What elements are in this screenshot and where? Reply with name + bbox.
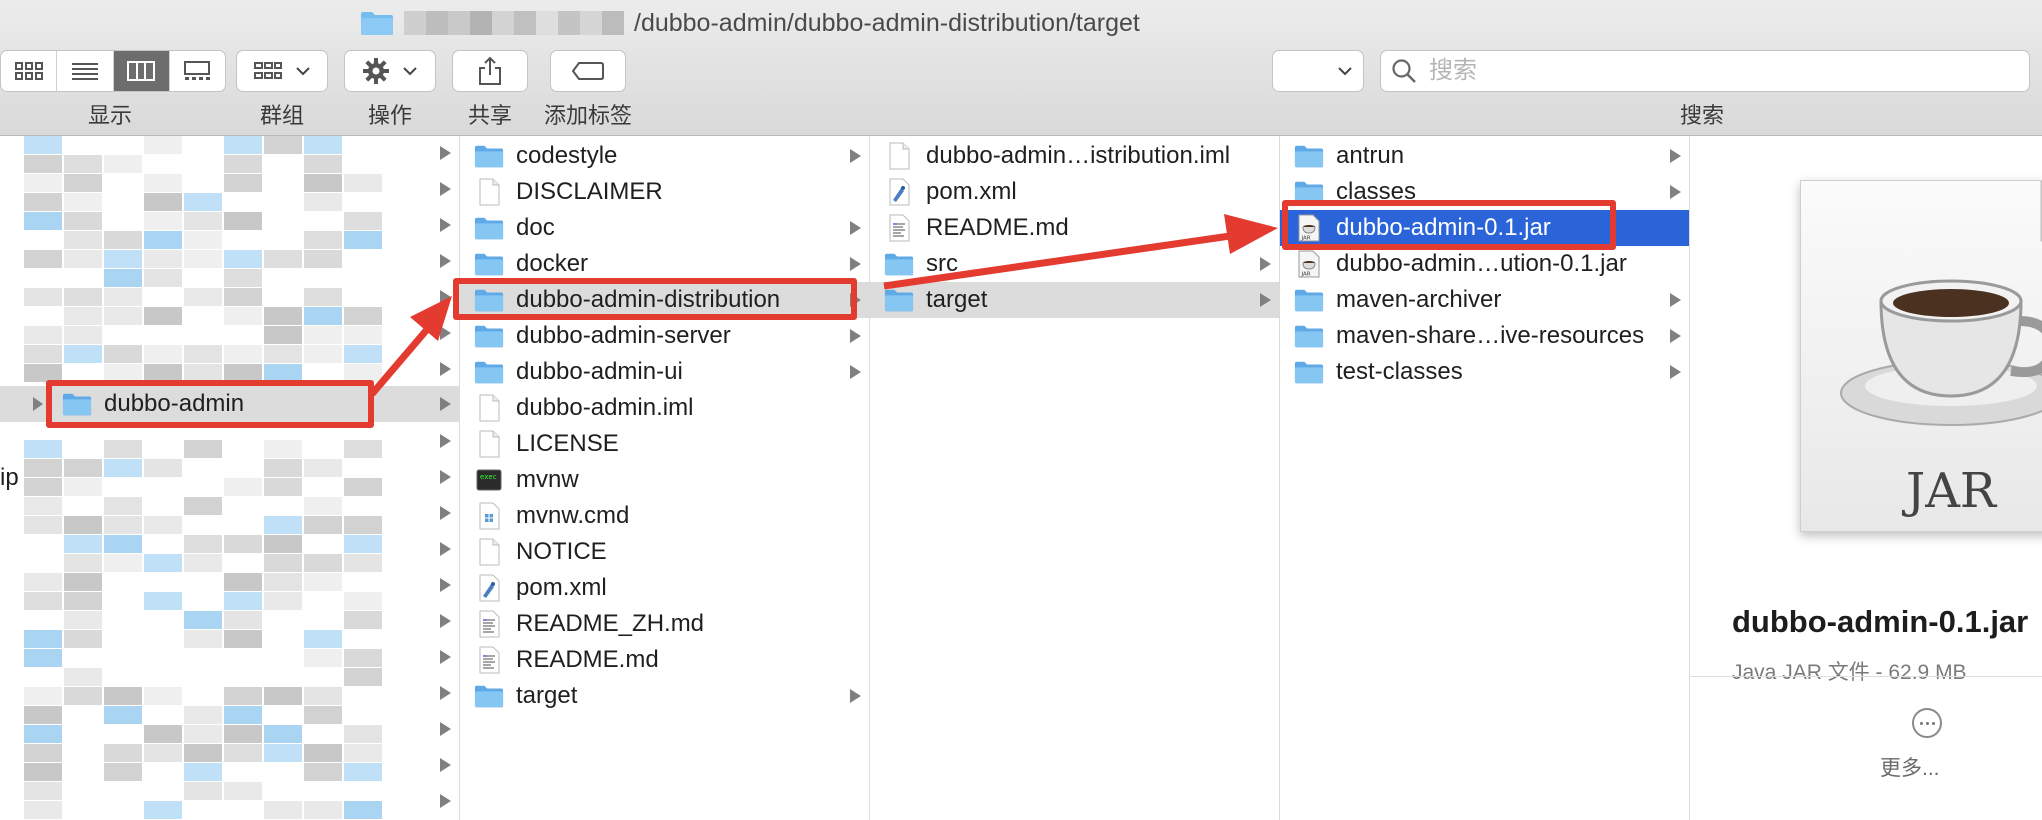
share-icon [479,56,501,85]
share-button[interactable] [452,50,528,92]
view-label: 显示 [87,103,133,128]
icon-view-button[interactable] [1,51,58,91]
arrow-line [369,323,433,397]
window-path-title: /dubbo-admin/dubbo-admin-distribution/ta… [360,6,1140,40]
columns-icon [127,61,156,81]
tag-icon [571,62,604,80]
search-field[interactable] [1380,50,2030,92]
chevron-down-icon [296,67,310,76]
search-label: 搜索 [1679,103,1725,128]
gallery-icon [184,61,211,80]
folder-icon [361,12,393,35]
gear-icon [363,58,389,84]
search-input[interactable] [1427,56,1991,86]
view-switcher[interactable] [0,50,226,92]
group-label: 群组 [259,103,305,128]
toolbar: /dubbo-admin/dubbo-admin-distribution/ta… [0,0,2042,136]
arrow-head [410,296,452,341]
add-tag-button[interactable] [550,50,626,92]
list-view-button[interactable] [57,51,114,91]
path-suffix: /dubbo-admin/dubbo-admin-distribution/ta… [634,8,1140,37]
arrow-line [883,232,1231,290]
share-label: 共享 [467,103,513,128]
column-browser: ip dubbo-admin codestyle DISCLAIMER doc doc… [0,136,2042,820]
column-view-button[interactable] [113,51,170,91]
list-icon [71,63,98,80]
action-label: 操作 [367,103,413,128]
add-tag-label: 添加标签 [543,103,633,128]
chevron-down-icon [403,67,417,76]
action-button[interactable] [344,50,436,92]
annotation-arrows [369,214,1278,397]
search-icon [1392,59,1416,83]
group-button[interactable] [236,50,328,92]
gallery-view-button[interactable] [170,51,225,91]
grid-icon [14,62,43,80]
arrow-head [1224,214,1278,254]
chevron-down-icon [1338,67,1352,76]
sort-dropdown[interactable] [1272,50,1364,92]
group-grid-icon [254,62,282,79]
redacted-path [404,11,624,35]
